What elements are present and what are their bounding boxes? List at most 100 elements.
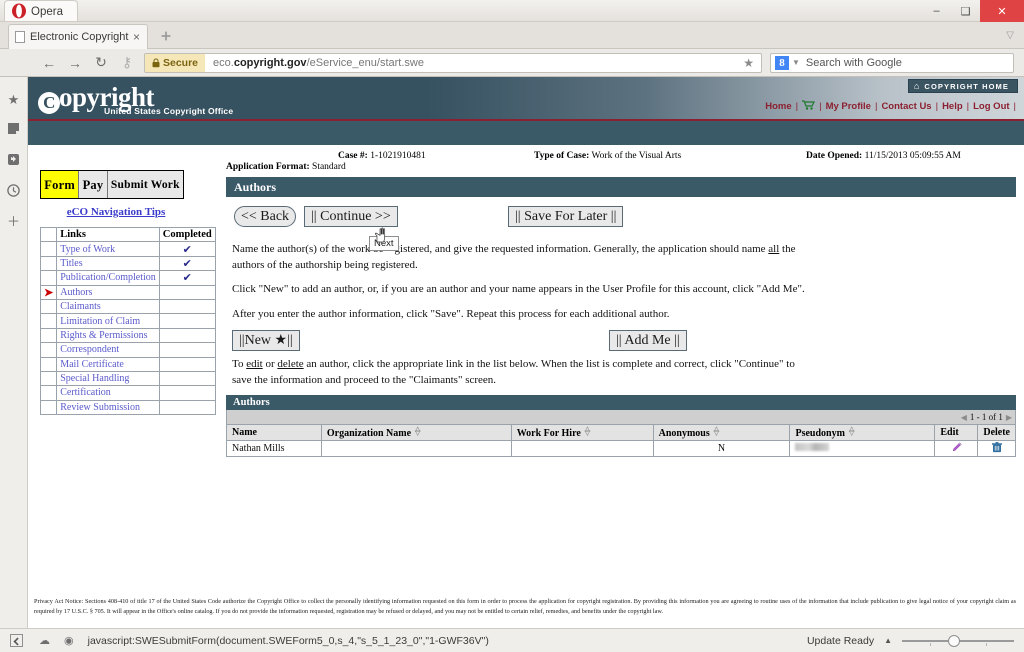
wizard-tab-form[interactable]: Form xyxy=(41,171,80,198)
row-marker xyxy=(39,255,58,272)
cloud-sync-icon[interactable]: ☁ xyxy=(39,634,50,647)
sidebar-item-authors[interactable]: Authors xyxy=(56,284,160,300)
case-number-label: Case #: xyxy=(338,151,368,161)
previous-page-icon[interactable]: ◀ xyxy=(961,413,967,422)
search-box[interactable]: 8 ▼ Search with Google xyxy=(770,52,1014,73)
column-header-name[interactable]: Name xyxy=(226,424,322,441)
continue-button[interactable]: || Continue >> xyxy=(304,206,398,227)
link-my-profile[interactable]: My Profile xyxy=(826,101,871,112)
trash-delete-icon[interactable] xyxy=(991,441,1002,453)
sidebar-item-rights-permissions[interactable]: Rights & Permissions xyxy=(56,327,160,344)
back-icon[interactable]: ← xyxy=(36,55,62,71)
sort-icon[interactable]: △ ▽ xyxy=(714,425,722,436)
sidebar-toggle-icon[interactable] xyxy=(10,634,23,647)
opera-menu-button[interactable]: Opera xyxy=(4,0,78,21)
table-row[interactable]: Review Submission xyxy=(39,399,216,416)
table-row[interactable]: Titles ✔ xyxy=(39,255,216,272)
eco-navigation-tips-link[interactable]: eCO Navigation Tips xyxy=(40,206,192,218)
type-of-case-value: Work of the Visual Arts xyxy=(591,151,682,161)
forward-icon[interactable]: → xyxy=(62,55,88,71)
bookmark-star-icon[interactable]: ★ xyxy=(736,56,761,70)
sidebar-item-review-submission[interactable]: Review Submission xyxy=(56,399,160,416)
reload-icon[interactable]: ↻ xyxy=(88,54,114,71)
next-page-icon[interactable]: ▶ xyxy=(1006,413,1012,422)
bookmarks-star-icon[interactable]: ★ xyxy=(8,93,20,106)
save-for-later-button[interactable]: || Save For Later || xyxy=(508,206,624,227)
sidebar-item-mail-certificate[interactable]: Mail Certificate xyxy=(56,356,160,372)
navigation-links-table: Links Completed Type of Work ✔ Titles ✔ xyxy=(39,226,216,416)
secure-badge[interactable]: Secure xyxy=(145,53,206,72)
sort-icon[interactable]: △ ▽ xyxy=(415,425,423,436)
add-me-button[interactable]: || Add Me || xyxy=(609,330,687,351)
zoom-slider[interactable] xyxy=(902,634,1014,647)
redacted-value xyxy=(795,443,830,451)
new-author-button[interactable]: ||New ★|| xyxy=(232,330,300,351)
link-log-out[interactable]: Log Out xyxy=(973,101,1009,112)
snapshot-camera-icon[interactable]: ◉ xyxy=(64,634,74,647)
column-header-delete: Delete xyxy=(977,424,1016,441)
sidebar-item-certification[interactable]: Certification xyxy=(56,385,160,401)
browser-tab-active[interactable]: Electronic Copyright O... × xyxy=(8,24,148,49)
chevron-down-icon[interactable]: ▽ xyxy=(1006,30,1014,41)
speed-dial-note-icon[interactable] xyxy=(7,122,20,137)
shopping-cart-icon[interactable] xyxy=(802,100,816,113)
update-ready-label[interactable]: Update Ready xyxy=(807,635,874,647)
table-row[interactable]: Nathan Mills N xyxy=(226,440,1016,457)
key-icon[interactable]: ⚷ xyxy=(114,54,140,71)
sort-icon[interactable]: △ ▽ xyxy=(585,425,593,436)
link-contact-us[interactable]: Contact Us xyxy=(881,101,931,112)
table-row[interactable]: ➤ Authors xyxy=(39,284,216,300)
search-input[interactable]: Search with Google xyxy=(806,57,902,69)
back-button[interactable]: << Back xyxy=(234,206,297,227)
table-row[interactable]: Special Handling xyxy=(39,370,216,387)
table-row[interactable]: Rights & Permissions xyxy=(39,327,216,344)
maximize-button[interactable]: ❑ xyxy=(951,0,980,22)
history-clock-icon[interactable] xyxy=(7,184,20,199)
close-window-button[interactable]: ✕ xyxy=(980,0,1024,22)
sidebar-item-limitation-of-claim[interactable]: Limitation of Claim xyxy=(56,313,160,329)
sidebar-item-publication-completion[interactable]: Publication/Completion xyxy=(56,270,160,286)
chevron-down-icon[interactable]: ▼ xyxy=(792,58,800,67)
separator: | xyxy=(795,101,799,112)
table-row[interactable]: Claimants xyxy=(39,298,216,315)
table-row[interactable]: Certification xyxy=(39,385,216,401)
column-header-organization-name[interactable]: Organization Name △ ▽ xyxy=(320,424,512,441)
sidebar-item-special-handling[interactable]: Special Handling xyxy=(56,370,160,387)
copyright-home-button[interactable]: ⌂ COPYRIGHT HOME xyxy=(907,79,1018,93)
sidebar-item-type-of-work[interactable]: Type of Work xyxy=(56,241,160,257)
search-engine-icon: 8 xyxy=(775,55,789,70)
table-row[interactable]: Type of Work ✔ xyxy=(39,241,216,257)
update-caret-icon[interactable]: ▲ xyxy=(884,636,892,645)
wizard-tab-submit-work[interactable]: Submit Work xyxy=(107,171,184,198)
status-bar-url: javascript:SWESubmitForm(document.SWEFor… xyxy=(87,634,489,647)
new-tab-button[interactable] xyxy=(158,29,174,45)
column-header-anonymous[interactable]: Anonymous △ ▽ xyxy=(652,424,791,441)
column-header-pseudonym[interactable]: Pseudonym △ ▽ xyxy=(789,424,936,441)
link-home[interactable]: Home xyxy=(765,101,791,112)
sidebar-item-correspondent[interactable]: Correspondent xyxy=(56,342,160,358)
case-number-row: Case #: 1-1021910481 xyxy=(338,151,426,161)
link-help[interactable]: Help xyxy=(942,101,963,112)
cell-delete[interactable] xyxy=(977,440,1016,457)
sidebar-item-titles[interactable]: Titles xyxy=(56,255,160,272)
sidebar-item-claimants[interactable]: Claimants xyxy=(56,298,160,315)
row-marker xyxy=(39,313,58,329)
sort-icon[interactable]: △ ▽ xyxy=(849,425,857,436)
zoom-knob[interactable] xyxy=(948,634,960,647)
table-row[interactable]: Correspondent xyxy=(39,342,216,358)
address-bar[interactable]: Secure eco.copyright.gov/eService_enu/st… xyxy=(144,52,762,73)
table-row[interactable]: Mail Certificate xyxy=(39,356,216,372)
table-row[interactable]: Publication/Completion ✔ xyxy=(39,270,216,286)
minimize-button[interactable]: – xyxy=(922,0,951,22)
column-header-work-for-hire[interactable]: Work For Hire △ ▽ xyxy=(510,424,654,441)
wizard-tab-pay[interactable]: Pay xyxy=(79,171,108,198)
pencil-edit-icon[interactable] xyxy=(951,441,962,453)
add-sidebar-plus-icon[interactable]: ＋ xyxy=(7,215,20,228)
tab-close-icon[interactable]: × xyxy=(130,30,143,44)
page-viewport: Copyright United States Copyright Office… xyxy=(28,77,1024,628)
table-row[interactable]: Limitation of Claim xyxy=(39,313,216,329)
row-marker xyxy=(39,370,58,387)
wizard-tabs: Form Pay Submit Work xyxy=(40,170,184,199)
cell-edit[interactable] xyxy=(934,440,979,457)
share-download-icon[interactable] xyxy=(7,153,20,168)
